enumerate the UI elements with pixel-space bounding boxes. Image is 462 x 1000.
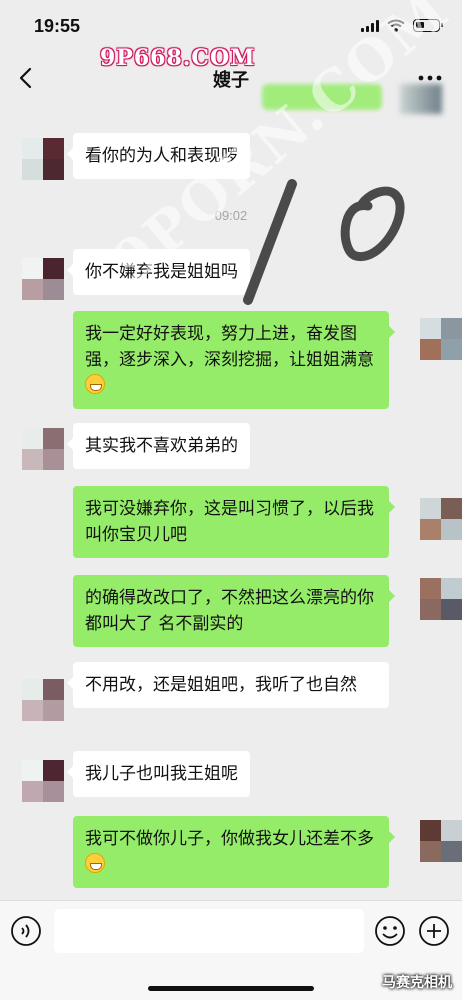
- avatar: [400, 84, 442, 114]
- contact-avatar[interactable]: [22, 258, 64, 300]
- handwritten-score-overlay: [243, 179, 405, 305]
- partial-message-bubble: [262, 84, 382, 110]
- message-bubble[interactable]: 的确得改改口了，不然把这么漂亮的你都叫大了 名不副实的: [73, 575, 395, 647]
- message-text: 我可不做你儿子，你做我女儿还差不多: [85, 829, 374, 849]
- message-timestamp: 09:02: [214, 208, 248, 223]
- contact-avatar[interactable]: [22, 679, 64, 721]
- plus-icon[interactable]: [418, 915, 450, 947]
- status-icons: [361, 19, 443, 32]
- emoji-icon[interactable]: [374, 915, 406, 947]
- message-bubble[interactable]: 我一定好好表现，努力上进，奋发图强，逐步深入，深刻挖掘，让姐姐满意: [73, 311, 395, 409]
- message-bubble[interactable]: 我儿子也叫我王姐呢: [67, 751, 250, 797]
- message-input[interactable]: [54, 909, 364, 953]
- home-indicator: [148, 986, 314, 991]
- status-time: 19:55: [34, 16, 81, 36]
- voice-icon[interactable]: [10, 915, 42, 947]
- message-bubble[interactable]: 其实我不喜欢弟弟的: [67, 423, 250, 469]
- message-text: 我一定好好表现，努力上进，奋发图强，逐步深入，深刻挖掘，让姐姐满意: [85, 324, 374, 370]
- message-bubble[interactable]: 你不嫌弃我是姐姐吗: [67, 249, 250, 295]
- grin-emoji-icon: [85, 374, 105, 394]
- message-bubble[interactable]: 我可没嫌弃你，这是叫习惯了，以后我叫你宝贝儿吧: [73, 486, 395, 558]
- message-bubble[interactable]: 不用改，还是姐姐吧，我听了也自然: [67, 662, 389, 708]
- chat-title: 嫂子: [213, 70, 249, 91]
- self-avatar[interactable]: [420, 820, 462, 862]
- signal-icon: [361, 19, 379, 32]
- contact-avatar[interactable]: [22, 760, 64, 802]
- corner-watermark: 马赛克相机: [382, 975, 452, 991]
- battery-icon: [413, 19, 443, 32]
- wifi-icon: [387, 19, 405, 32]
- self-avatar[interactable]: [420, 498, 462, 540]
- self-avatar[interactable]: [420, 578, 462, 620]
- self-avatar[interactable]: [420, 318, 462, 360]
- nav-bar: 嫂子: [0, 52, 462, 104]
- message-bubble[interactable]: 看你的为人和表现啰: [67, 133, 250, 179]
- contact-avatar[interactable]: [22, 138, 64, 180]
- think-emoji-icon: [85, 853, 105, 873]
- contact-avatar[interactable]: [22, 428, 64, 470]
- message-bubble[interactable]: 我可不做你儿子，你做我女儿还差不多: [73, 816, 395, 888]
